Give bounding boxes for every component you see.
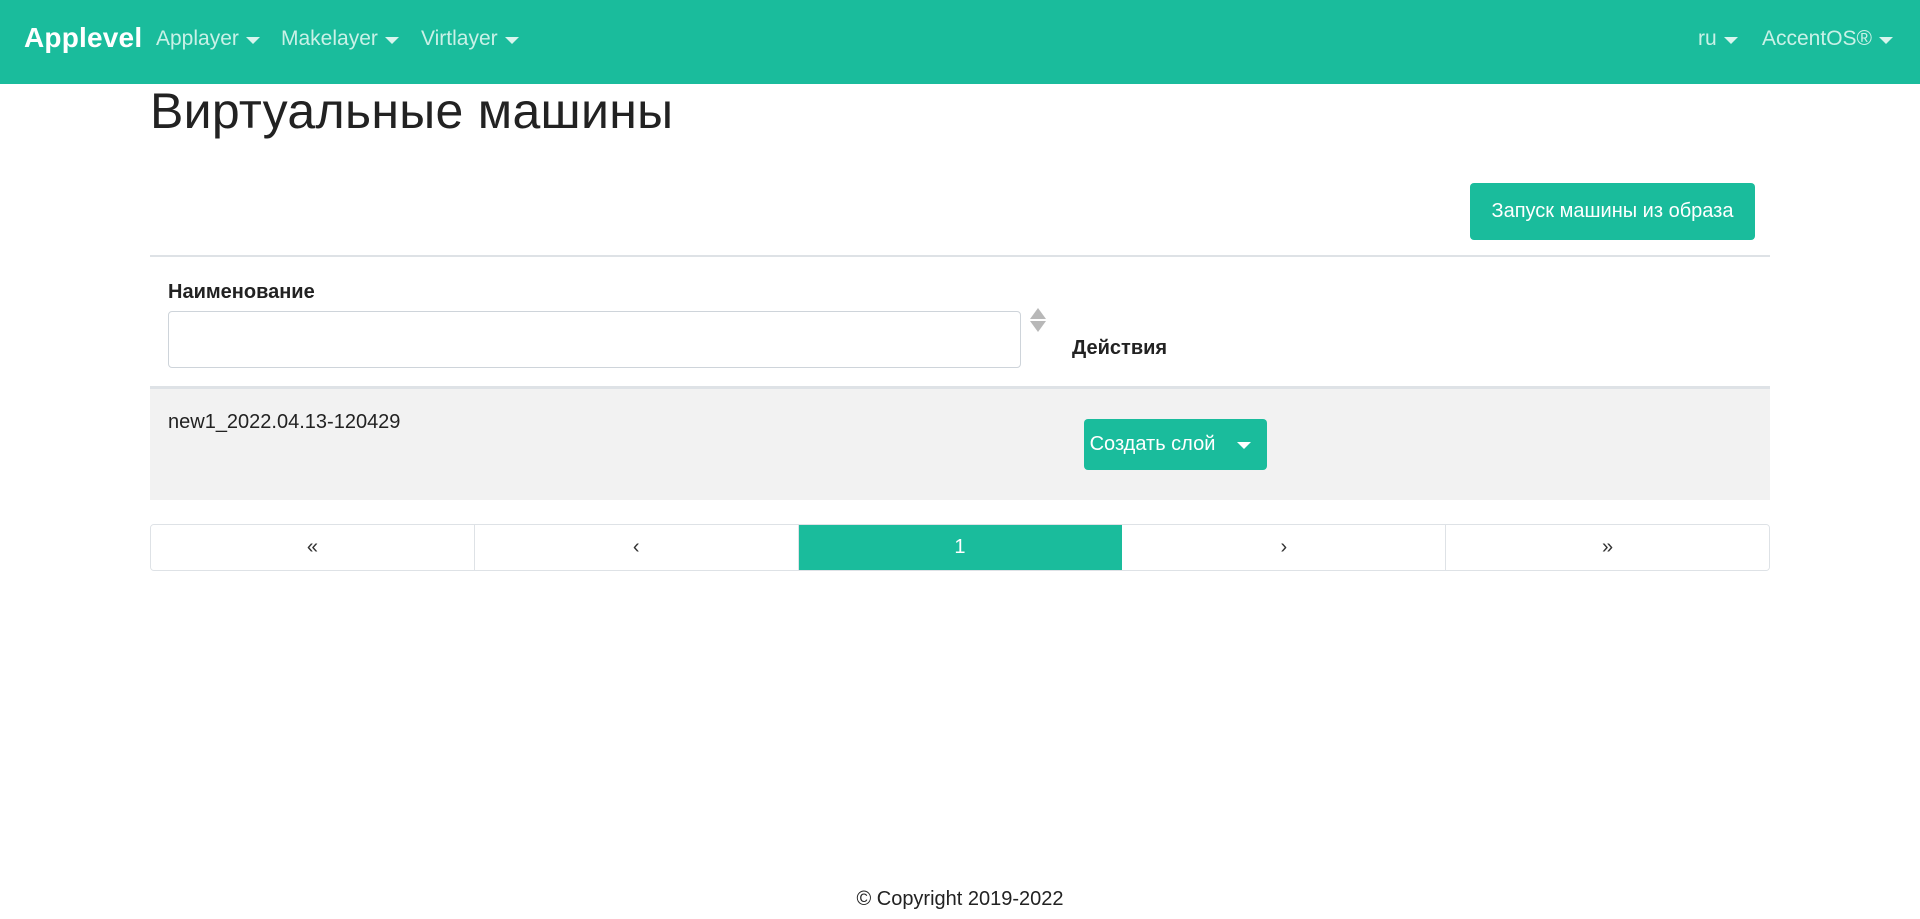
vm-name-cell: new1_2022.04.13-120429: [168, 411, 401, 433]
page-current-button[interactable]: 1: [798, 525, 1123, 570]
create-layer-dropdown-toggle[interactable]: [1221, 419, 1267, 470]
launch-from-image-button[interactable]: Запуск машины из образа: [1470, 183, 1755, 240]
chevron-down-icon: [384, 36, 399, 44]
sort-ascending-icon: [1030, 308, 1046, 319]
top-navbar: Applevel Applayer Makelayer Virtlayer ru…: [0, 0, 1920, 84]
menu-virtlayer[interactable]: Virtlayer: [421, 27, 519, 51]
menu-virtlayer-label: Virtlayer: [421, 27, 498, 50]
menu-applayer[interactable]: Applayer: [156, 27, 260, 51]
menu-makelayer-label: Makelayer: [281, 27, 378, 50]
page-next-button[interactable]: ›: [1122, 525, 1447, 570]
menu-makelayer[interactable]: Makelayer: [281, 27, 399, 51]
sort-descending-icon: [1030, 321, 1046, 332]
account-label: AccentOS®: [1762, 27, 1873, 50]
brand-logo[interactable]: Applevel: [24, 22, 142, 54]
footer-copyright: © Copyright 2019-2022: [856, 888, 1064, 910]
chevron-down-icon: [245, 36, 260, 44]
name-filter-input[interactable]: [168, 311, 1021, 368]
menu-applayer-label: Applayer: [156, 27, 239, 50]
language-menu[interactable]: ru: [1698, 27, 1738, 51]
page-prev-button[interactable]: ‹: [474, 525, 799, 570]
chevron-down-icon: [1237, 442, 1251, 449]
chevron-down-icon: [1723, 36, 1738, 44]
table-divider: [150, 255, 1770, 257]
create-layer-button[interactable]: Создать слой: [1084, 419, 1221, 470]
chevron-down-icon: [1879, 36, 1894, 44]
page-last-button[interactable]: »: [1446, 525, 1769, 570]
account-menu[interactable]: AccentOS®: [1762, 27, 1894, 51]
page-title: Виртуальные машины: [150, 83, 674, 139]
page-first-button[interactable]: «: [151, 525, 475, 570]
language-label: ru: [1698, 27, 1717, 50]
sort-icon[interactable]: [1030, 308, 1046, 334]
column-header-name: Наименование: [168, 281, 315, 303]
pagination: « ‹ 1 › »: [150, 524, 1770, 571]
chevron-down-icon: [504, 36, 519, 44]
create-layer-split-button: Создать слой: [1084, 419, 1267, 470]
column-header-actions: Действия: [1072, 337, 1168, 359]
table-row: new1_2022.04.13-120429 Создать слой: [150, 389, 1770, 500]
